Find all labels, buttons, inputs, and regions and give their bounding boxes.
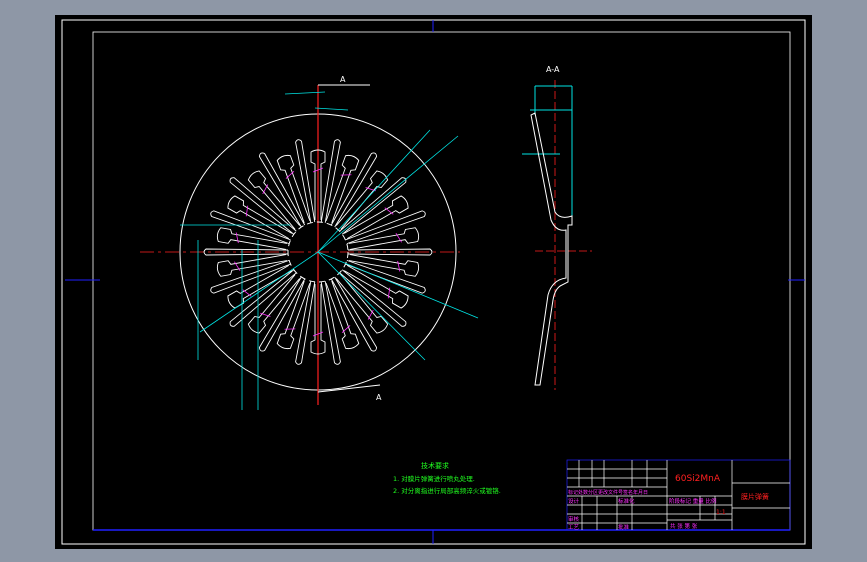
inner-frame [92,31,791,531]
finger-slot [345,210,426,245]
drawing-svg: A A A-A 技术要求 1. 对膜片弹簧进行喷丸处理. 2. 对分离指进行局部… [61,19,806,545]
finger-slot [320,139,341,223]
approval-label: 批准 [618,523,630,531]
dimension-line [284,91,326,95]
finger-slot [345,259,426,294]
finger-slot [210,259,291,294]
finger-slot [320,281,341,365]
section-view-a-a: A-A [522,65,592,390]
diaphragm-spring-front-view: A A [140,75,479,410]
standardization-label: 标准化 [618,497,635,505]
finger-slot [295,139,316,223]
stage-weight-scale-header: 阶段标记 重量 比例 [669,497,717,505]
cad-drawing-canvas[interactable]: A A A-A 技术要求 1. 对膜片弹簧进行喷丸处理. 2. 对分离指进行局部… [55,15,812,549]
revision-header: 标记处数分区更改文件号签名年月日 [568,489,648,496]
technical-notes: 技术要求 1. 对膜片弹簧进行喷丸处理. 2. 对分离指进行局部高频淬火或镀铬. [393,461,501,495]
cut-label-top: A [340,75,346,84]
part-name-text: 膜片弹簧 [741,492,769,501]
note-item: 1. 对膜片弹簧进行喷丸处理. [393,474,475,483]
note-item: 2. 对分离指进行局部高频淬火或镀铬. [393,486,501,495]
cut-label-bottom: A [376,393,382,402]
review-label: 审核 [568,515,580,523]
dimension-line [314,107,349,111]
finger-slot [210,210,291,245]
sheet-info: 共 张 第 张 [670,522,698,530]
material-text: 60Si2MnA [675,474,721,484]
scale-value: 1:1 [716,509,726,516]
process-label: 工艺 [568,524,580,531]
finger-slot [295,281,316,365]
designer-label: 设计 [568,497,580,505]
dimension-leader [317,135,459,253]
notes-title: 技术要求 [421,461,449,470]
section-label: A-A [546,65,560,74]
